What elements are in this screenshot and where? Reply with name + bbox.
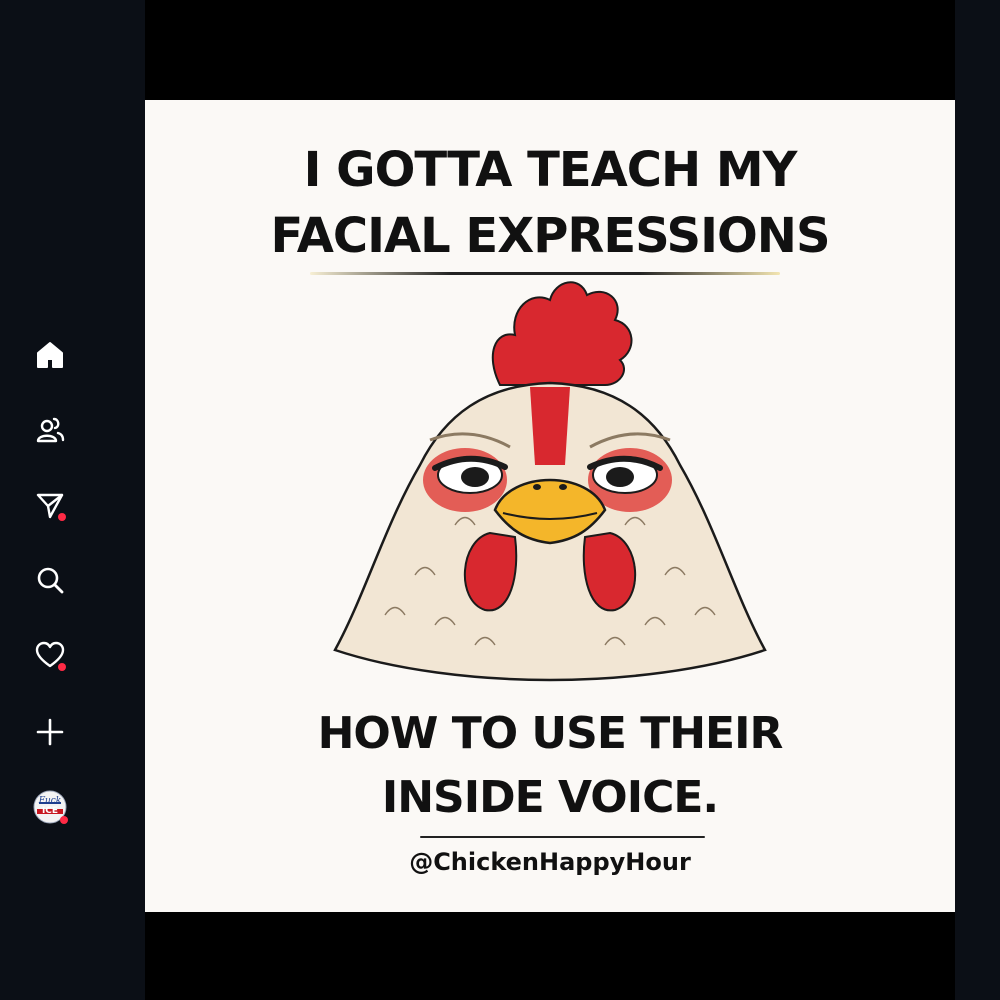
app-window: Fuck ICE I GOTTA TEACH MY FACIAL EXPRESS… <box>0 0 1000 1000</box>
sidebar-item-create[interactable] <box>30 712 70 752</box>
sidebar-item-friends[interactable] <box>30 410 70 450</box>
home-icon <box>37 342 63 368</box>
handle-divider <box>420 836 705 838</box>
sidebar-item-home[interactable] <box>30 335 70 375</box>
headline-top-line2: FACIAL EXPRESSIONS <box>270 208 830 264</box>
author-handle: @ChickenHappyHour <box>409 848 691 876</box>
svg-text:ICE: ICE <box>42 806 58 816</box>
svg-text:Fuck: Fuck <box>38 796 62 806</box>
sidebar-item-search[interactable] <box>30 560 70 600</box>
post-image[interactable]: I GOTTA TEACH MY FACIAL EXPRESSIONS HOW … <box>145 100 955 912</box>
sidebar-item-messages[interactable] <box>30 485 70 525</box>
plus-icon <box>36 718 64 746</box>
friends-icon <box>36 417 65 443</box>
search-icon <box>37 567 64 594</box>
notification-dot <box>60 816 68 824</box>
post-viewer: I GOTTA TEACH MY FACIAL EXPRESSIONS HOW … <box>145 0 955 1000</box>
chicken-illustration <box>333 281 767 682</box>
headline-bottom-line1: HOW TO USE THEIR <box>317 708 784 759</box>
sidebar-item-profile[interactable]: Fuck ICE <box>30 787 70 827</box>
headline-bottom-line2: INSIDE VOICE. <box>381 772 719 823</box>
sidebar-item-activity[interactable] <box>30 635 70 675</box>
sidebar: Fuck ICE <box>0 0 145 1000</box>
notification-dot <box>58 663 66 671</box>
headline-top-line1: I GOTTA TEACH MY <box>303 142 798 198</box>
notification-dot <box>58 513 66 521</box>
right-edge-panel <box>955 0 1000 1000</box>
